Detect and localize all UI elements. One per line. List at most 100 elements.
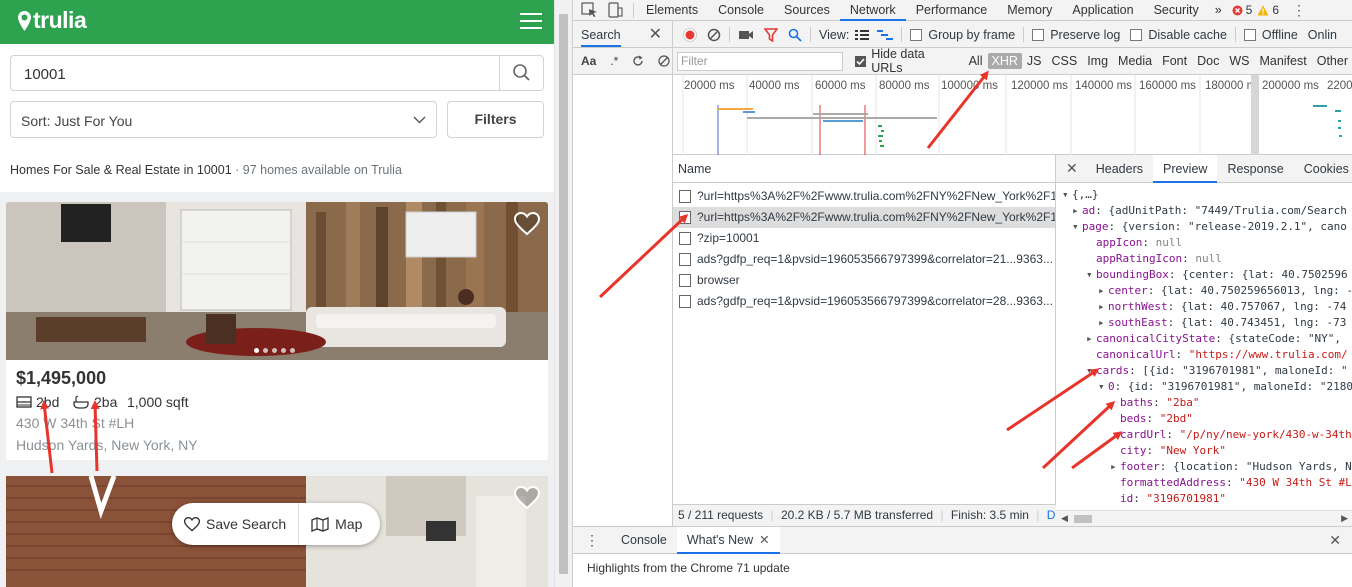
- favorite-heart-icon[interactable]: [514, 486, 540, 510]
- tab-headers[interactable]: Headers: [1086, 155, 1153, 183]
- scrollbar-thumb[interactable]: [1074, 515, 1092, 523]
- filter-img[interactable]: Img: [1082, 54, 1113, 68]
- error-count[interactable]: 5: [1246, 3, 1253, 17]
- request-row[interactable]: ?url=https%3A%2F%2Fwww.trulia.com%2FNY%2…: [673, 186, 1055, 207]
- throttling-select[interactable]: Onlin: [1308, 28, 1337, 42]
- json-row[interactable]: appIcon: null: [1056, 235, 1352, 251]
- tab-cookies[interactable]: Cookies: [1294, 155, 1352, 183]
- json-row[interactable]: ▾ cards: [{id: "3196701981", maloneId: ": [1056, 363, 1352, 379]
- json-row[interactable]: formattedAddress: "430 W 34th St #L: [1056, 475, 1352, 491]
- more-options-icon[interactable]: ⋮: [1292, 2, 1306, 19]
- tab-memory[interactable]: Memory: [997, 0, 1062, 21]
- large-rows-icon[interactable]: [855, 29, 870, 41]
- close-drawer-icon[interactable]: ✕: [1329, 532, 1341, 549]
- clear-icon[interactable]: [707, 28, 721, 42]
- close-detail-icon[interactable]: ✕: [1056, 160, 1086, 177]
- more-tabs-button[interactable]: »: [1209, 0, 1228, 21]
- request-row-selected[interactable]: ?url=https%3A%2F%2Fwww.trulia.com%2FNY%2…: [673, 207, 1055, 228]
- screenshot-camera-icon[interactable]: [738, 29, 754, 41]
- sort-select[interactable]: Sort: Just For You: [10, 101, 437, 138]
- json-row[interactable]: ▸ northWest: {lat: 40.757067, lng: -74: [1056, 299, 1352, 315]
- json-row[interactable]: canonicalUrl: "https://www.trulia.com/: [1056, 347, 1352, 363]
- filter-font[interactable]: Font: [1157, 54, 1192, 68]
- filter-other[interactable]: Other: [1312, 54, 1352, 68]
- listing-photo[interactable]: [6, 202, 548, 360]
- inspect-element-icon[interactable]: [581, 2, 599, 18]
- json-row[interactable]: ▾ boundingBox: {center: {lat: 40.7502596: [1056, 267, 1352, 283]
- tab-console[interactable]: Console: [708, 0, 774, 21]
- filter-funnel-icon[interactable]: [764, 27, 778, 42]
- filter-manifest[interactable]: Manifest: [1254, 54, 1311, 68]
- match-case-icon[interactable]: Aa: [581, 54, 596, 68]
- name-column-header[interactable]: Name: [673, 155, 1055, 183]
- group-by-frame-checkbox[interactable]: [910, 28, 923, 41]
- listing-address[interactable]: 430 W 34th St #LH: [16, 415, 134, 431]
- filter-xhr[interactable]: XHR: [987, 53, 1022, 69]
- preserve-log-checkbox[interactable]: [1032, 28, 1045, 41]
- hide-data-urls-checkbox[interactable]: [855, 55, 867, 67]
- json-row[interactable]: ▾ page: {version: "release-2019.2.1", can…: [1056, 219, 1352, 235]
- network-overview[interactable]: 20000 ms 40000 ms 60000 ms 80000 ms 1000…: [673, 75, 1352, 155]
- json-row[interactable]: ▸ center: {lat: 40.750259656013, lng: -: [1056, 283, 1352, 299]
- close-tab-icon[interactable]: ✕: [759, 533, 769, 547]
- json-row[interactable]: ▸ ad: {adUnitPath: "7449/Trulia.com/Searc…: [1056, 203, 1352, 219]
- device-toolbar-icon[interactable]: [607, 2, 623, 18]
- filter-all[interactable]: All: [964, 54, 988, 68]
- tab-sources[interactable]: Sources: [774, 0, 840, 21]
- request-row[interactable]: ?zip=10001: [673, 228, 1055, 249]
- map-button[interactable]: Map: [299, 503, 374, 545]
- request-row[interactable]: ads?gdfp_req=1&pvsid=196053566797399&cor…: [673, 249, 1055, 270]
- search-button[interactable]: [499, 56, 543, 90]
- page-scrollbar[interactable]: [554, 0, 572, 587]
- json-row[interactable]: ▾ {,…}: [1056, 187, 1352, 203]
- drawer-tab-console[interactable]: Console: [611, 527, 677, 554]
- filter-ws[interactable]: WS: [1224, 54, 1254, 68]
- json-row[interactable]: cardUrl: "/p/ny/new-york/430-w-34th: [1056, 427, 1352, 443]
- tab-elements[interactable]: Elements: [636, 0, 708, 21]
- tab-application[interactable]: Application: [1062, 0, 1143, 21]
- warning-count[interactable]: 6: [1272, 3, 1279, 17]
- filter-media[interactable]: Media: [1113, 54, 1157, 68]
- json-row[interactable]: appRatingIcon: null: [1056, 251, 1352, 267]
- hamburger-menu-icon[interactable]: [520, 13, 542, 31]
- refresh-icon[interactable]: [632, 55, 644, 67]
- horizontal-scrollbar[interactable]: ◀ ▶: [1056, 510, 1352, 526]
- save-search-button[interactable]: Save Search: [172, 503, 298, 545]
- filters-button[interactable]: Filters: [447, 101, 544, 138]
- close-icon[interactable]: ✕: [649, 24, 662, 44]
- clear-search-icon[interactable]: [658, 55, 671, 67]
- favorite-heart-icon[interactable]: [514, 212, 540, 236]
- tab-response[interactable]: Response: [1217, 155, 1293, 183]
- offline-checkbox[interactable]: [1243, 28, 1256, 41]
- record-icon[interactable]: [683, 27, 697, 42]
- tab-preview[interactable]: Preview: [1152, 155, 1218, 183]
- json-row[interactable]: ▾ 0: {id: "3196701981", maloneId: "2180: [1056, 379, 1352, 395]
- scrollbar-thumb[interactable]: [559, 14, 568, 574]
- search-panel-title[interactable]: Search: [581, 28, 621, 47]
- filter-input[interactable]: Filter: [677, 51, 844, 71]
- json-row[interactable]: ▸ southEast: {lat: 40.743451, lng: -73: [1056, 315, 1352, 331]
- photo-carousel-dots[interactable]: [254, 348, 295, 353]
- trulia-logo[interactable]: trulia: [18, 7, 87, 34]
- search-icon[interactable]: [788, 28, 802, 42]
- json-row[interactable]: baths: "2ba": [1056, 395, 1352, 411]
- json-row[interactable]: beds: "2bd": [1056, 411, 1352, 427]
- request-row[interactable]: ads?gdfp_req=1&pvsid=196053566797399&cor…: [673, 291, 1055, 312]
- regex-icon[interactable]: .*: [610, 54, 618, 68]
- drawer-tab-whats-new[interactable]: What's New ✕: [676, 526, 780, 554]
- filter-css[interactable]: CSS: [1047, 54, 1083, 68]
- request-row[interactable]: browser: [673, 270, 1055, 291]
- json-row[interactable]: city: "New York": [1056, 443, 1352, 459]
- tab-network[interactable]: Network: [839, 0, 906, 21]
- waterfall-icon[interactable]: [877, 29, 894, 41]
- listing-card[interactable]: $1,495,000 2bd 2ba 1,000 sqft 430 W 34th…: [6, 202, 548, 460]
- json-row[interactable]: ▸ canonicalCityState: {stateCode: "NY",: [1056, 331, 1352, 347]
- tab-security[interactable]: Security: [1144, 0, 1209, 21]
- json-row[interactable]: ▸ footer: {location: "Hudson Yards, N: [1056, 459, 1352, 475]
- drawer-menu-icon[interactable]: ⋮: [573, 532, 611, 549]
- disable-cache-checkbox[interactable]: [1130, 28, 1143, 41]
- filter-js[interactable]: JS: [1022, 54, 1047, 68]
- tab-performance[interactable]: Performance: [906, 0, 998, 21]
- location-search-input[interactable]: 10001: [10, 55, 544, 91]
- json-row[interactable]: id: "3196701981": [1056, 491, 1352, 507]
